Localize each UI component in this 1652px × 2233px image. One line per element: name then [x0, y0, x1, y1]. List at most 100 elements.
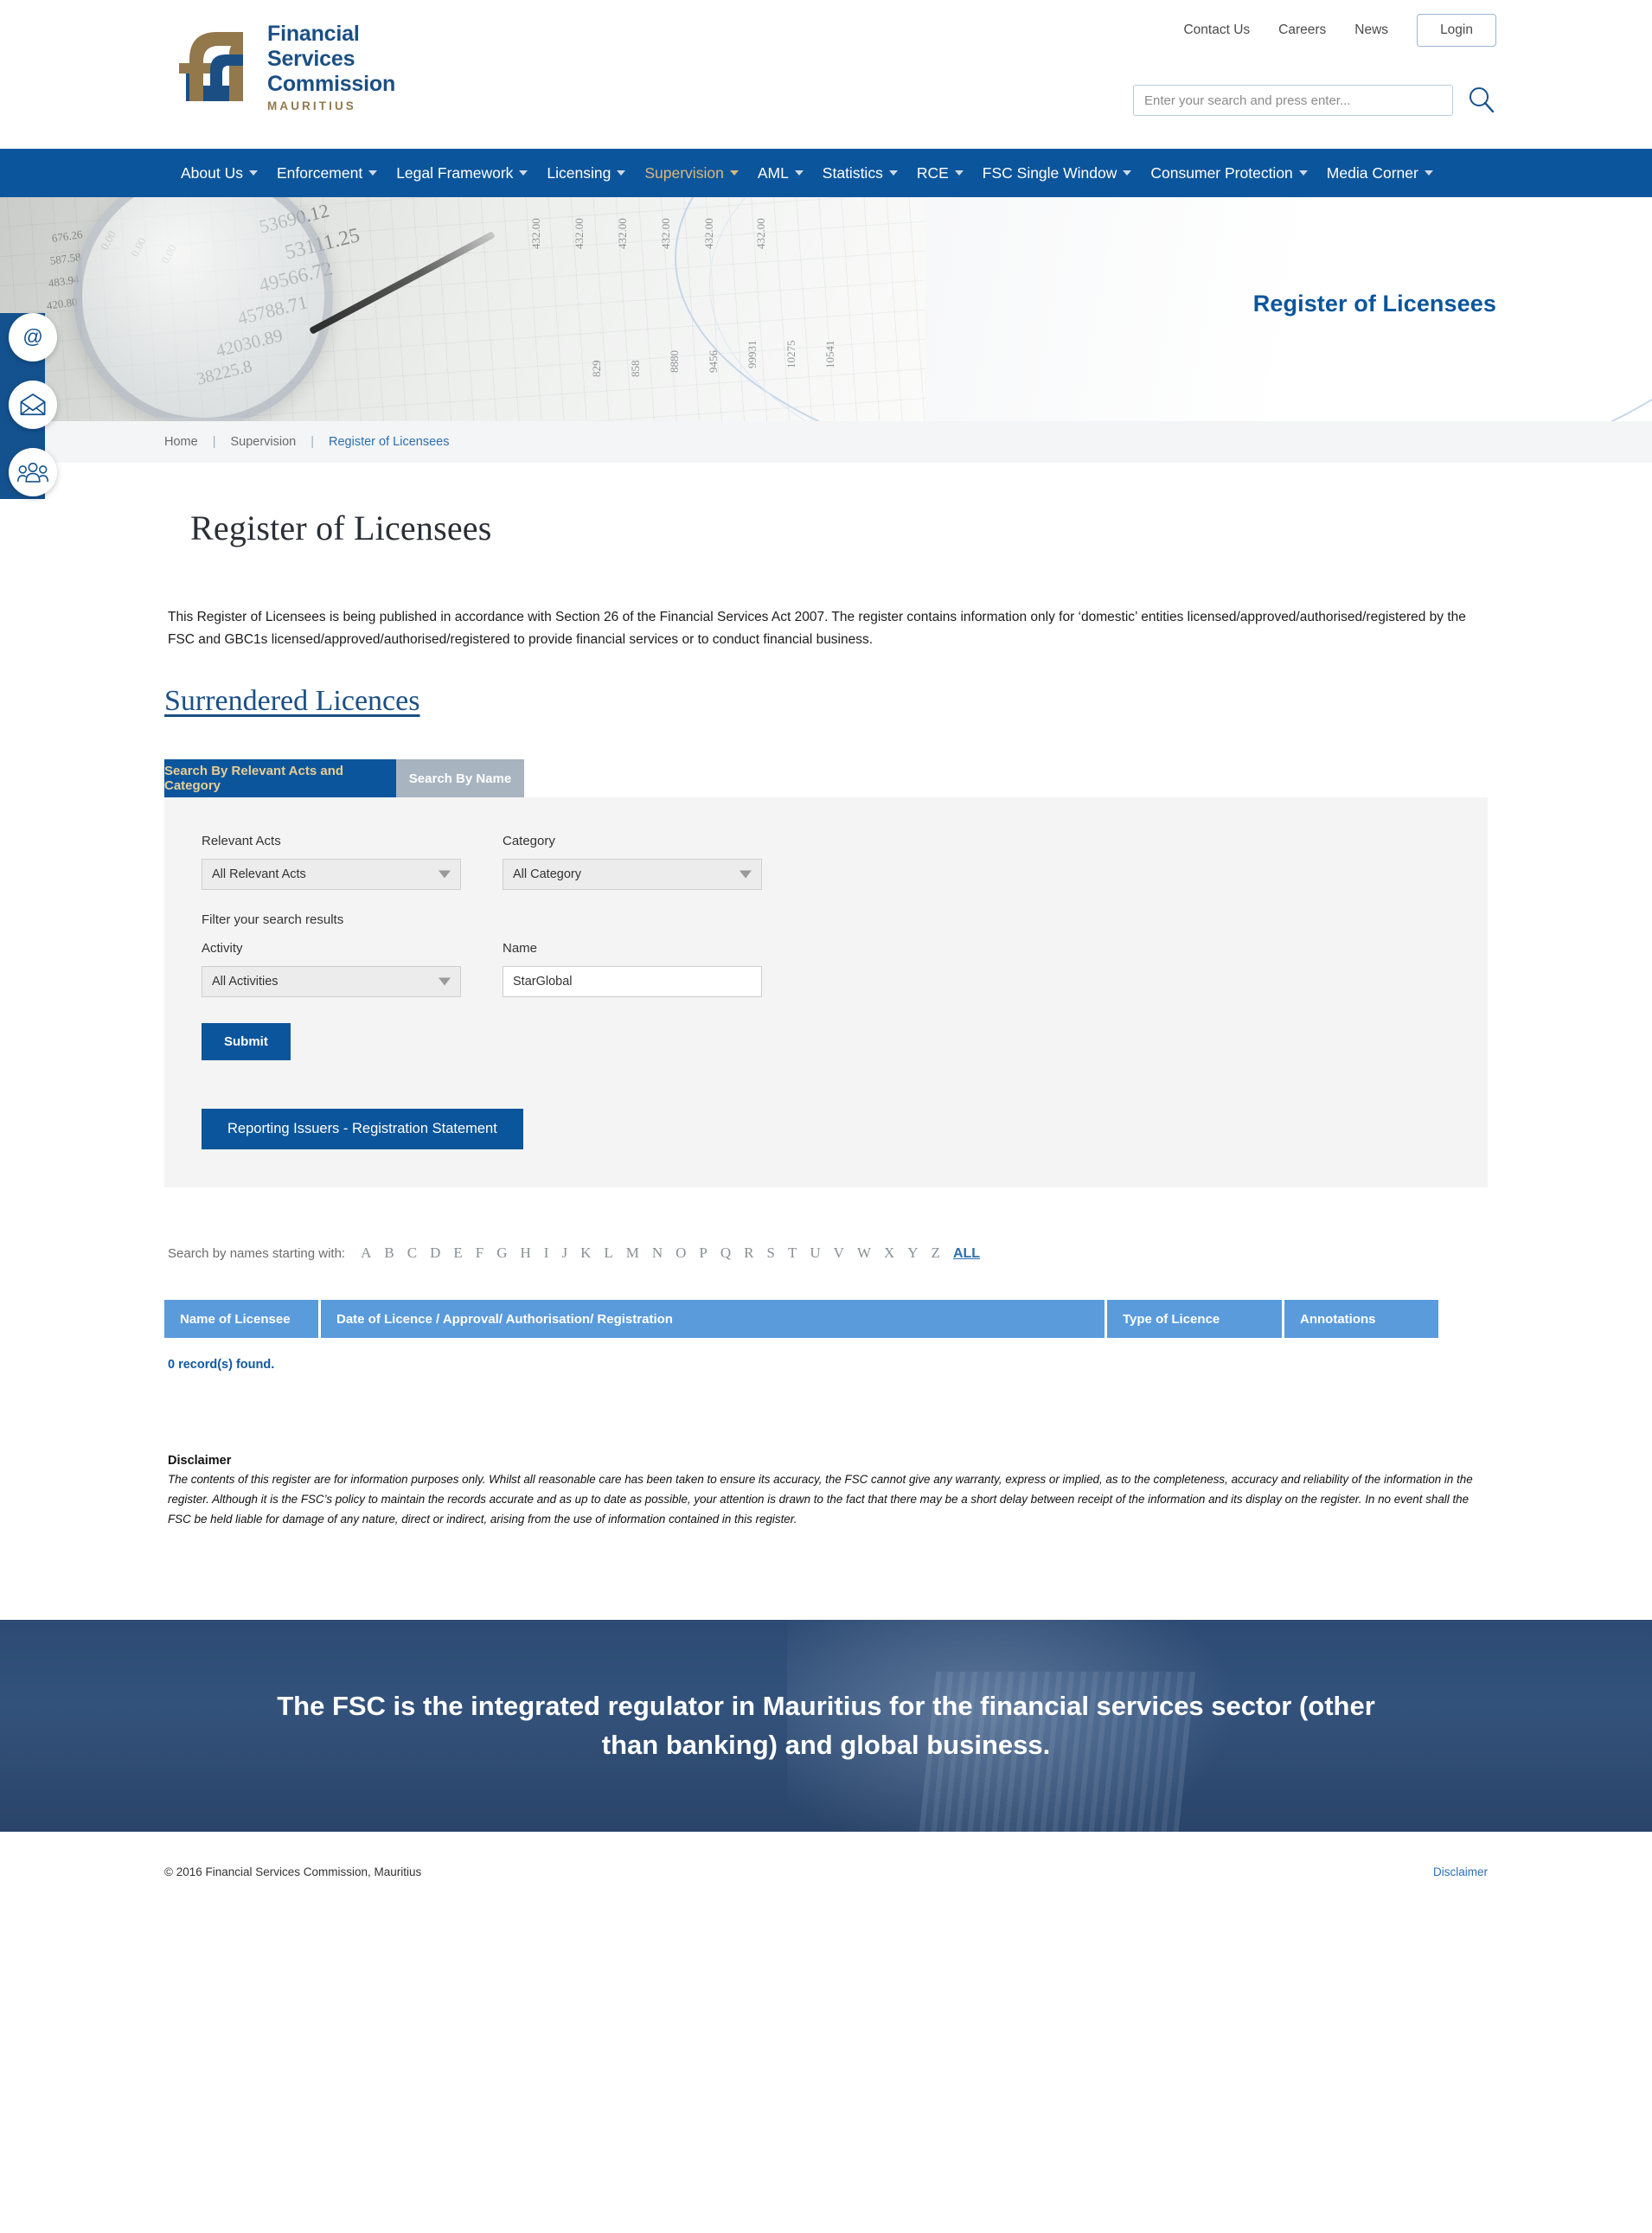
category-select[interactable]: All Category	[503, 859, 762, 891]
alphabet-letter-y[interactable]: Y	[907, 1244, 918, 1261]
name-input[interactable]	[503, 966, 762, 998]
site-footer: © 2016 Financial Services Commission, Ma…	[0, 1832, 1652, 1911]
alphabet-letter-f[interactable]: F	[476, 1244, 483, 1261]
page-title: Register of Licensees	[190, 509, 492, 547]
logo-wordmark: Financial Services Commission MAURITIUS	[267, 22, 395, 112]
alphabet-letter-t[interactable]: T	[788, 1244, 797, 1261]
search-input[interactable]	[1133, 85, 1453, 116]
relevant-acts-select[interactable]: All Relevant Acts	[202, 859, 461, 891]
nav-item-media-corner[interactable]: Media Corner	[1317, 164, 1443, 182]
record-count: 0 record(s) found.	[168, 1358, 275, 1372]
nav-item-licensing[interactable]: Licensing	[537, 164, 635, 182]
alphabet-letter-x[interactable]: X	[884, 1244, 894, 1261]
name-label: Name	[503, 941, 538, 957]
search-tabs: Search By Relevant Acts and Category Sea…	[164, 759, 1488, 798]
envelope-icon[interactable]	[9, 381, 57, 429]
utility-link-contact-us[interactable]: Contact Us	[1183, 22, 1250, 38]
surrendered-licences-link[interactable]: Surrendered Licences	[164, 685, 1488, 718]
breadcrumb-home[interactable]: Home	[164, 435, 198, 449]
nav-item-enforcement[interactable]: Enforcement	[267, 164, 387, 182]
nav-item-about-us[interactable]: About Us	[171, 164, 267, 182]
alphabet-letter-k[interactable]: K	[580, 1244, 591, 1261]
intro-paragraph: This Register of Licensees is being publ…	[168, 610, 1466, 647]
nav-item-label: Enforcement	[276, 163, 363, 182]
nav-item-statistics[interactable]: Statistics	[813, 164, 907, 182]
alphabet-letter-r[interactable]: R	[744, 1244, 753, 1261]
relevant-acts-group: Relevant Acts All Relevant Acts	[202, 834, 461, 891]
activity-select[interactable]: All Activities	[202, 966, 461, 998]
nav-item-label: Legal Framework	[396, 163, 514, 182]
nav-item-fsc-single-window[interactable]: FSC Single Window	[973, 164, 1142, 182]
footer-copyright: © 2016 Financial Services Commission, Ma…	[164, 1865, 422, 1878]
alphabet-letter-q[interactable]: Q	[720, 1244, 731, 1261]
search-icon[interactable]	[1467, 86, 1496, 115]
nav-item-legal-framework[interactable]: Legal Framework	[387, 164, 537, 182]
alphabet-letter-h[interactable]: H	[520, 1244, 530, 1261]
disclaimer-body: The contents of this register are for in…	[168, 1473, 1473, 1526]
at-sign-icon[interactable]: @	[9, 313, 57, 362]
alphabet-letter-e[interactable]: E	[453, 1244, 462, 1261]
chevron-down-icon	[1123, 170, 1132, 176]
alphabet-letter-n[interactable]: N	[652, 1244, 663, 1261]
alphabet-letter-i[interactable]: I	[544, 1244, 549, 1261]
magnifier-icon	[74, 197, 333, 421]
alphabet-letter-s[interactable]: S	[767, 1244, 775, 1261]
chevron-down-icon	[439, 870, 451, 879]
nav-item-label: Supervision	[644, 163, 724, 182]
alphabet-letter-j[interactable]: J	[561, 1244, 567, 1261]
hero-title: Register of Licensees	[1252, 291, 1496, 317]
alphabet-letter-u[interactable]: U	[810, 1244, 820, 1261]
nav-item-supervision[interactable]: Supervision	[635, 164, 747, 182]
footer-banner-text: The FSC is the integrated regulator in M…	[277, 1690, 1375, 1760]
nav-item-aml[interactable]: AML	[748, 164, 813, 182]
reporting-issuers-button[interactable]: Reporting Issuers - Registration Stateme…	[202, 1109, 523, 1150]
breadcrumb: Home | Supervision | Register of License…	[164, 435, 1488, 449]
tab-search-by-acts-category[interactable]: Search By Relevant Acts and Category	[164, 759, 396, 798]
login-button[interactable]: Login	[1417, 14, 1496, 47]
alphabet-letter-c[interactable]: C	[407, 1244, 417, 1261]
hero-banner: 676.26 587.58 483.94 420.80 0.00 0.00 0.…	[0, 197, 1652, 421]
nav-item-label: AML	[757, 163, 789, 182]
breadcrumb-separator-2: |	[311, 435, 315, 449]
alphabet-letter-l[interactable]: L	[604, 1244, 612, 1261]
nav-item-consumer-protection[interactable]: Consumer Protection	[1141, 164, 1316, 182]
nav-item-rce[interactable]: RCE	[907, 164, 973, 182]
alphabet-letter-o[interactable]: O	[676, 1244, 686, 1261]
utility-link-news[interactable]: News	[1354, 22, 1388, 38]
breadcrumb-supervision[interactable]: Supervision	[230, 435, 296, 449]
alphabet-letter-d[interactable]: D	[430, 1244, 440, 1261]
fsc-logo-icon	[176, 25, 257, 105]
nav-item-label: Media Corner	[1326, 163, 1418, 182]
site-logo[interactable]: Financial Services Commission MAURITIUS	[176, 22, 395, 112]
chevron-down-icon	[740, 870, 752, 879]
chevron-down-icon	[439, 977, 451, 986]
logo-subtitle: MAURITIUS	[267, 99, 356, 112]
alphabet-all[interactable]: ALL	[953, 1246, 980, 1262]
column-header-type-of-licence[interactable]: Type of Licence	[1107, 1300, 1282, 1339]
column-header-name-of-licensee[interactable]: Name of Licensee	[164, 1300, 318, 1339]
tab-search-by-name[interactable]: Search By Name	[396, 759, 524, 798]
alphabet-letter-z[interactable]: Z	[932, 1244, 940, 1261]
alphabet-letter-p[interactable]: P	[699, 1244, 707, 1261]
people-icon[interactable]	[9, 448, 57, 496]
search-row-2: Activity All Activities Name	[202, 941, 1450, 998]
column-header-date[interactable]: Date of Licence / Approval/ Authorisatio…	[321, 1300, 1105, 1339]
alphabet-letter-b[interactable]: B	[384, 1244, 394, 1261]
main-content: Register of Licensees This Register of L…	[164, 508, 1488, 1564]
chevron-down-icon	[368, 170, 378, 176]
disclaimer-heading: Disclaimer	[168, 1454, 232, 1468]
chevron-down-icon	[954, 170, 964, 176]
alphabet-letter-g[interactable]: G	[496, 1244, 507, 1261]
alphabet-letter-v[interactable]: V	[834, 1244, 844, 1261]
utility-link-careers[interactable]: Careers	[1278, 22, 1326, 38]
nav-item-label: RCE	[916, 163, 949, 182]
alphabet-letter-m[interactable]: M	[626, 1244, 639, 1261]
alphabet-letter-w[interactable]: W	[857, 1244, 871, 1261]
footer-disclaimer-link[interactable]: Disclaimer	[1433, 1865, 1488, 1878]
search-row-1: Relevant Acts All Relevant Acts Category…	[202, 834, 1450, 891]
submit-button[interactable]: Submit	[202, 1023, 291, 1061]
relevant-acts-label: Relevant Acts	[202, 834, 281, 849]
column-header-annotations[interactable]: Annotations	[1284, 1300, 1438, 1339]
alphabet-letter-a[interactable]: A	[361, 1244, 371, 1261]
activity-value: All Activities	[212, 975, 279, 989]
